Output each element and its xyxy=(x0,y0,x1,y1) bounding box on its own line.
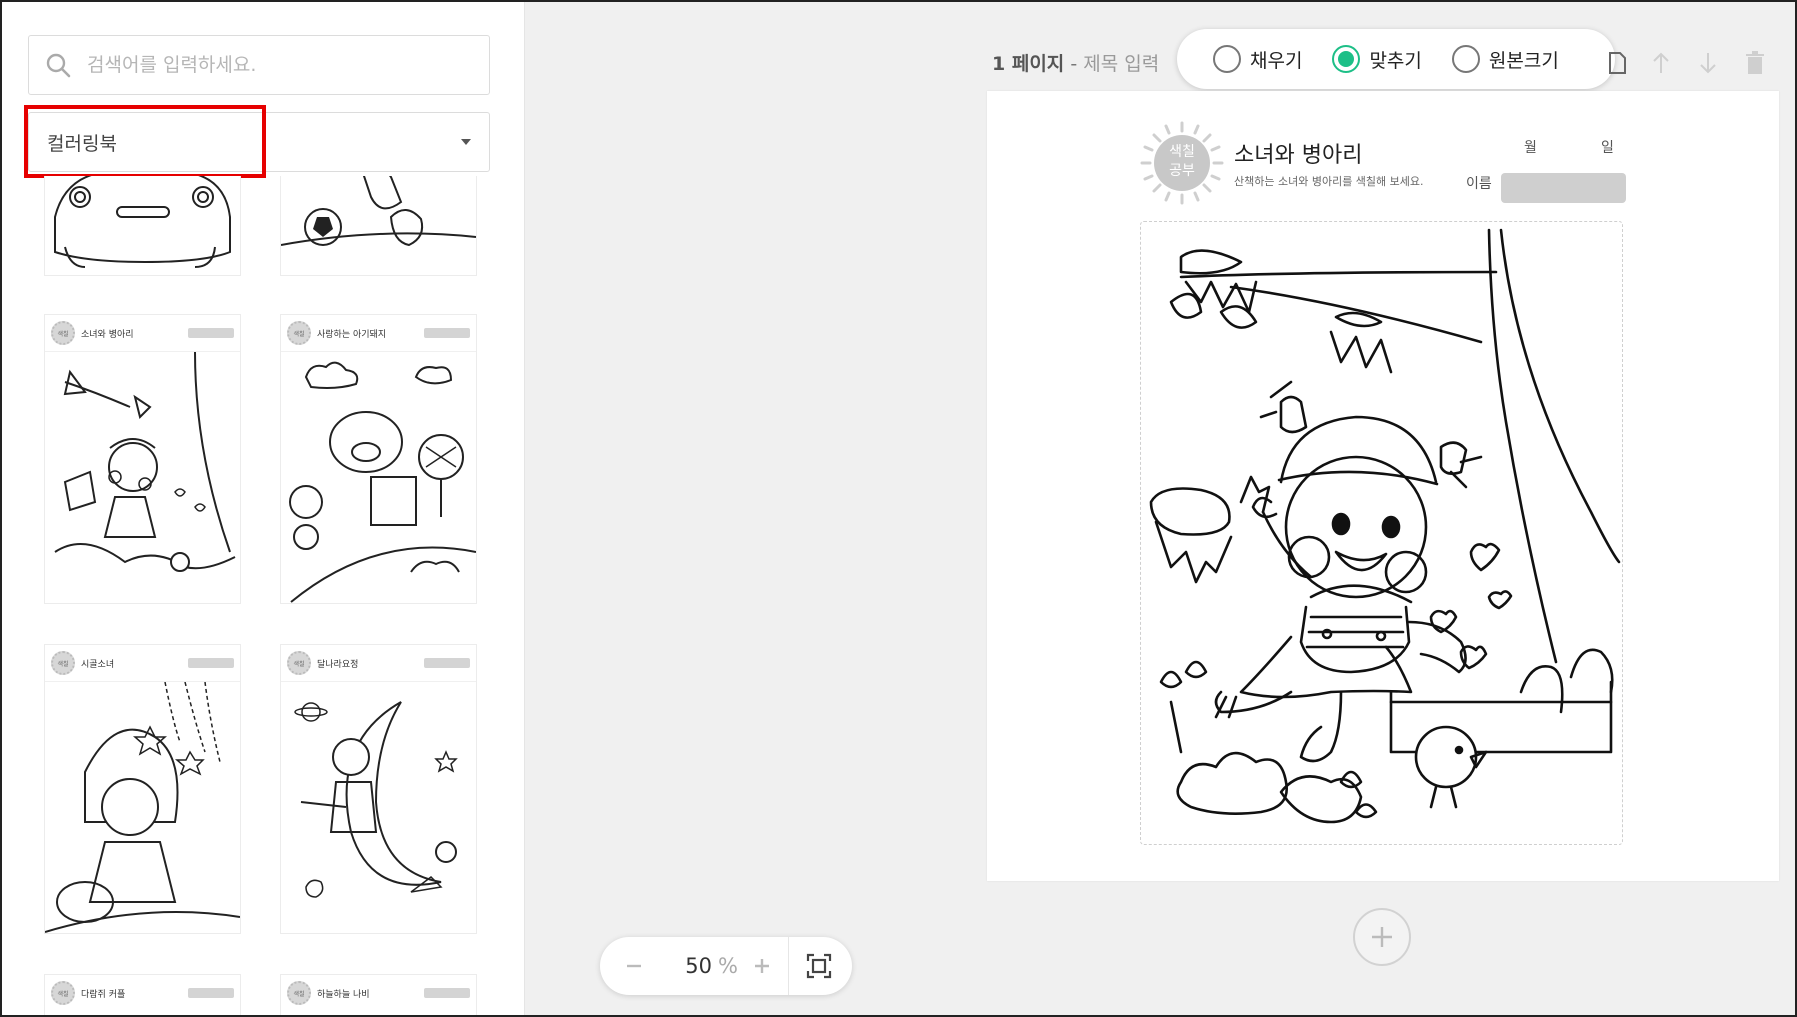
sun-badge-icon: 색칠 xyxy=(287,321,311,345)
page-canvas[interactable]: 색칠 공부 소녀와 병아리 산책하는 소녀와 병아리를 색칠해 보세요. 월 일… xyxy=(987,91,1779,881)
fit-option-label: 맞추기 xyxy=(1369,49,1422,72)
add-page-button[interactable] xyxy=(1353,908,1411,966)
thumbnail-title: 소녀와 병아리 xyxy=(81,329,134,340)
sun-badge-icon: 색칠 xyxy=(51,321,75,345)
thumbnail-art-girl-chick xyxy=(54,351,236,572)
thumbnail-title: 달나라요정 xyxy=(317,659,359,670)
thumbnail-art-country-girl xyxy=(44,681,241,933)
radio-original[interactable] xyxy=(1451,45,1480,73)
page-title-separator: - xyxy=(1064,53,1084,75)
search-icon xyxy=(43,50,73,80)
fit-option-fill[interactable]: 채우기 xyxy=(1213,45,1302,73)
badge-text: 색칠 xyxy=(1169,144,1195,160)
thumbnail-art-car xyxy=(54,176,231,268)
arrow-up-icon[interactable] xyxy=(1649,50,1673,76)
fit-option-label: 채우기 xyxy=(1250,49,1303,72)
template-thumbnail[interactable]: 색칠 다람쥐 커플 xyxy=(44,974,241,1015)
thumbnail-title: 다람쥐 커플 xyxy=(81,989,126,1000)
zoom-in-button[interactable] xyxy=(742,946,782,986)
fit-screen-button[interactable] xyxy=(789,937,849,995)
month-label: 월 xyxy=(1524,140,1537,156)
name-label: 이름 xyxy=(1466,176,1492,192)
template-sidebar: 컬러링북 xyxy=(2,2,525,1015)
worksheet-title: 소녀와 병아리 xyxy=(1234,143,1363,168)
template-thumbnail[interactable] xyxy=(280,176,477,276)
template-thumbnail[interactable]: 색칠 사랑하는 아기돼지 xyxy=(280,314,477,604)
sun-badge-icon: 색칠 xyxy=(287,651,311,675)
name-field xyxy=(1501,173,1626,203)
thumbnail-art-soccer xyxy=(280,176,477,247)
template-thumbnail[interactable]: 색칠 달나라요정 xyxy=(280,644,477,934)
day-label: 일 xyxy=(1601,140,1614,156)
trash-icon[interactable] xyxy=(1743,50,1767,76)
fit-mode-selector: 채우기 맞추기 원본크기 xyxy=(1177,29,1615,89)
thumbnail-title: 하늘하늘 나비 xyxy=(317,989,370,1000)
radio-fit[interactable] xyxy=(1332,45,1361,73)
template-thumbnail-list[interactable]: 색칠 소녀와 병아리 색칠 사랑하는 아기돼지 색칠 시골소녀 색칠 달나라요정… xyxy=(2,176,524,1015)
template-thumbnail[interactable]: 색칠 하늘하늘 나비 xyxy=(280,974,477,1015)
sun-badge-icon: 색칠 xyxy=(51,981,75,1005)
arrow-down-icon[interactable] xyxy=(1696,50,1720,76)
zoom-unit: % xyxy=(718,954,738,978)
category-selected-label: 컬러링북 xyxy=(47,132,117,155)
sun-badge-icon: 색칠 xyxy=(287,981,311,1005)
copy-page-icon[interactable] xyxy=(1604,50,1628,76)
search-input[interactable] xyxy=(87,54,467,76)
worksheet-header: 색칠 공부 소녀와 병아리 산책하는 소녀와 병아리를 색칠해 보세요. 월 일… xyxy=(1140,121,1626,207)
sun-badge-icon: 색칠 xyxy=(51,651,75,675)
minus-icon xyxy=(627,964,641,968)
fit-screen-icon xyxy=(806,953,832,979)
app-window: 컬러링북 xyxy=(0,0,1797,1017)
search-box[interactable] xyxy=(28,35,490,95)
template-thumbnail[interactable]: 색칠 소녀와 병아리 xyxy=(44,314,241,604)
fit-option-label: 원본크기 xyxy=(1488,49,1559,72)
plus-icon xyxy=(755,959,769,973)
worksheet-subtitle: 산책하는 소녀와 병아리를 색칠해 보세요. xyxy=(1234,175,1424,188)
page-title-input[interactable]: 제목 입력 xyxy=(1083,53,1159,75)
thumbnail-art-pig xyxy=(289,361,477,603)
template-thumbnail[interactable]: 색칠 시골소녀 xyxy=(44,644,241,934)
zoom-control: 50 % xyxy=(600,937,852,995)
page-header: 1 페이지 - 제목 입력 xyxy=(992,49,1159,76)
category-select[interactable]: 컬러링북 xyxy=(28,112,490,172)
fit-option-fit[interactable]: 맞추기 xyxy=(1332,45,1422,73)
page-number: 1 페이지 xyxy=(992,53,1065,75)
coloring-artwork xyxy=(1140,221,1623,845)
chevron-down-icon xyxy=(461,139,471,145)
plus-icon xyxy=(1372,927,1392,947)
thumbnail-art-moon-fairy xyxy=(294,701,458,898)
zoom-out-button[interactable] xyxy=(614,946,654,986)
zoom-value: 50 xyxy=(685,954,712,978)
radio-fill[interactable] xyxy=(1213,45,1241,73)
thumbnail-title: 사랑하는 아기돼지 xyxy=(317,329,387,340)
template-thumbnail[interactable] xyxy=(44,176,241,276)
thumbnail-title: 시골소녀 xyxy=(81,659,115,670)
badge-text: 공부 xyxy=(1169,163,1195,179)
fit-option-original[interactable]: 원본크기 xyxy=(1451,45,1559,73)
